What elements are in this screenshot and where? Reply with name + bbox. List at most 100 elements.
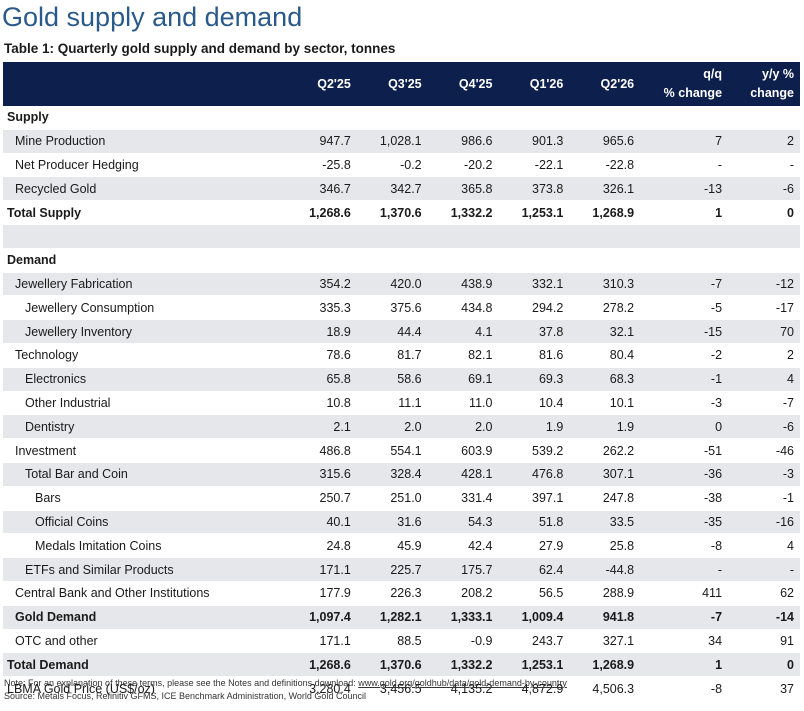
source-note: Source: Metals Focus, Refinitiv GFMS, IC…: [4, 691, 366, 701]
value-cell: 2.0: [356, 414, 428, 440]
table-row: [3, 224, 800, 249]
table-row: Demand: [3, 248, 800, 273]
value-cell: 37: [728, 676, 800, 701]
value-cell: 11.1: [356, 391, 428, 416]
value-cell: 56.5: [498, 581, 570, 606]
value-cell: -36: [640, 462, 729, 487]
value-cell: 438.9: [427, 272, 499, 297]
value-cell: 0: [728, 652, 800, 678]
table-row: Total Bar and Coin 315.6 328.4 428.1 476.8 30…: [3, 462, 800, 487]
value-cell: 397.1: [498, 486, 570, 511]
value-cell: 171.1: [285, 629, 357, 654]
value-cell: 4.1: [427, 319, 499, 344]
row-label: Medals Imitation Coins: [3, 533, 286, 559]
value-cell: 315.6: [285, 462, 357, 487]
value-cell: -7: [728, 391, 800, 416]
value-cell: -7: [640, 605, 729, 630]
value-cell: 58.6: [356, 367, 428, 392]
table-row: Recycled Gold 346.7 342.7 365.8 373.8 326.1 -1…: [3, 176, 800, 202]
row-label: Total Demand: [3, 652, 286, 678]
value-cell: [498, 224, 570, 249]
row-label: Total Bar and Coin: [3, 462, 286, 487]
value-cell: -2: [640, 343, 729, 368]
value-cell: 70: [728, 319, 800, 344]
value-cell: 51.8: [498, 510, 570, 535]
value-cell: 40.1: [285, 510, 357, 535]
value-cell: 4: [728, 367, 800, 392]
value-cell: -1: [728, 486, 800, 511]
table-row: Technology 78.6 81.7 82.1 81.6 80.4 -2 2: [3, 343, 800, 368]
value-cell: 177.9: [285, 581, 357, 606]
header-yy-change: y/y % change: [728, 62, 800, 106]
value-cell: 1.9: [569, 414, 641, 440]
value-cell: 11.0: [427, 391, 499, 416]
value-cell: 18.9: [285, 319, 357, 344]
row-label: Jewellery Inventory: [3, 319, 286, 344]
value-cell: 375.6: [356, 295, 428, 321]
value-cell: -22.8: [569, 153, 641, 178]
value-cell: -35: [640, 510, 729, 535]
value-cell: 327.1: [569, 629, 641, 654]
value-cell: -: [640, 557, 729, 582]
value-cell: 27.9: [498, 533, 570, 559]
value-cell: -44.8: [569, 557, 641, 582]
value-cell: [640, 248, 729, 273]
table-row: Central Bank and Other Institutions 177.9…: [3, 581, 800, 606]
value-cell: 1.9: [498, 414, 570, 440]
row-label: Electronics: [3, 367, 286, 392]
value-cell: 947.7: [285, 129, 357, 154]
value-cell: 331.4: [427, 486, 499, 511]
value-cell: 1,268.6: [285, 200, 357, 225]
value-cell: [285, 248, 357, 273]
value-cell: -8: [640, 533, 729, 559]
table-row: Supply: [3, 106, 800, 130]
value-cell: -38: [640, 486, 729, 511]
value-cell: 80.4: [569, 343, 641, 368]
table-header-row: Q2'25 Q3'25 Q4'25 Q1'26 Q2'26 q/q % chang…: [3, 62, 800, 106]
table-row: Total Demand 1,268.6 1,370.6 1,332.2 1,253.1…: [3, 652, 800, 678]
value-cell: 1,253.1: [498, 652, 570, 678]
value-cell: 2: [728, 129, 800, 154]
header-qq-change: q/q % change: [640, 62, 728, 106]
value-cell: 420.0: [356, 272, 428, 297]
value-cell: 7: [640, 129, 729, 154]
value-cell: 901.3: [498, 129, 570, 154]
row-label: Demand: [3, 248, 286, 273]
value-cell: 1,097.4: [285, 605, 357, 630]
value-cell: 10.1: [569, 391, 641, 416]
value-cell: -17: [728, 295, 800, 321]
value-cell: 10.4: [498, 391, 570, 416]
row-label: Gold Demand: [3, 605, 286, 630]
value-cell: 262.2: [569, 438, 641, 463]
header-label-cell: [3, 62, 286, 106]
value-cell: 88.5: [356, 629, 428, 654]
value-cell: -7: [640, 272, 729, 297]
value-cell: [356, 224, 428, 249]
row-label: ETFs and Similar Products: [3, 557, 286, 582]
value-cell: 0: [728, 200, 800, 225]
value-cell: 4: [728, 533, 800, 559]
value-cell: 539.2: [498, 438, 570, 463]
row-label: Central Bank and Other Institutions: [3, 581, 286, 606]
value-cell: 434.8: [427, 295, 499, 321]
value-cell: 310.3: [569, 272, 641, 297]
value-cell: [640, 106, 729, 130]
value-cell: -25.8: [285, 153, 357, 178]
table-row: Net Producer Hedging -25.8 -0.2 -20.2 -22.1-…: [3, 153, 800, 178]
value-cell: -14: [728, 605, 800, 630]
value-cell: [427, 106, 499, 130]
value-cell: -0.2: [356, 153, 428, 178]
value-cell: 65.8: [285, 367, 357, 392]
value-cell: 251.0: [356, 486, 428, 511]
value-cell: 25.8: [569, 533, 641, 559]
row-label: [3, 224, 286, 249]
value-cell: [728, 224, 800, 249]
value-cell: 1,333.1: [427, 605, 499, 630]
value-cell: 428.1: [427, 462, 499, 487]
value-cell: 0: [640, 414, 729, 440]
footnote-link[interactable]: www.gold.org/goldhub/data/gold-demand-by…: [358, 678, 567, 688]
value-cell: 554.1: [356, 438, 428, 463]
value-cell: 44.4: [356, 319, 428, 344]
value-cell: 69.1: [427, 367, 499, 392]
value-cell: 34: [640, 629, 729, 654]
